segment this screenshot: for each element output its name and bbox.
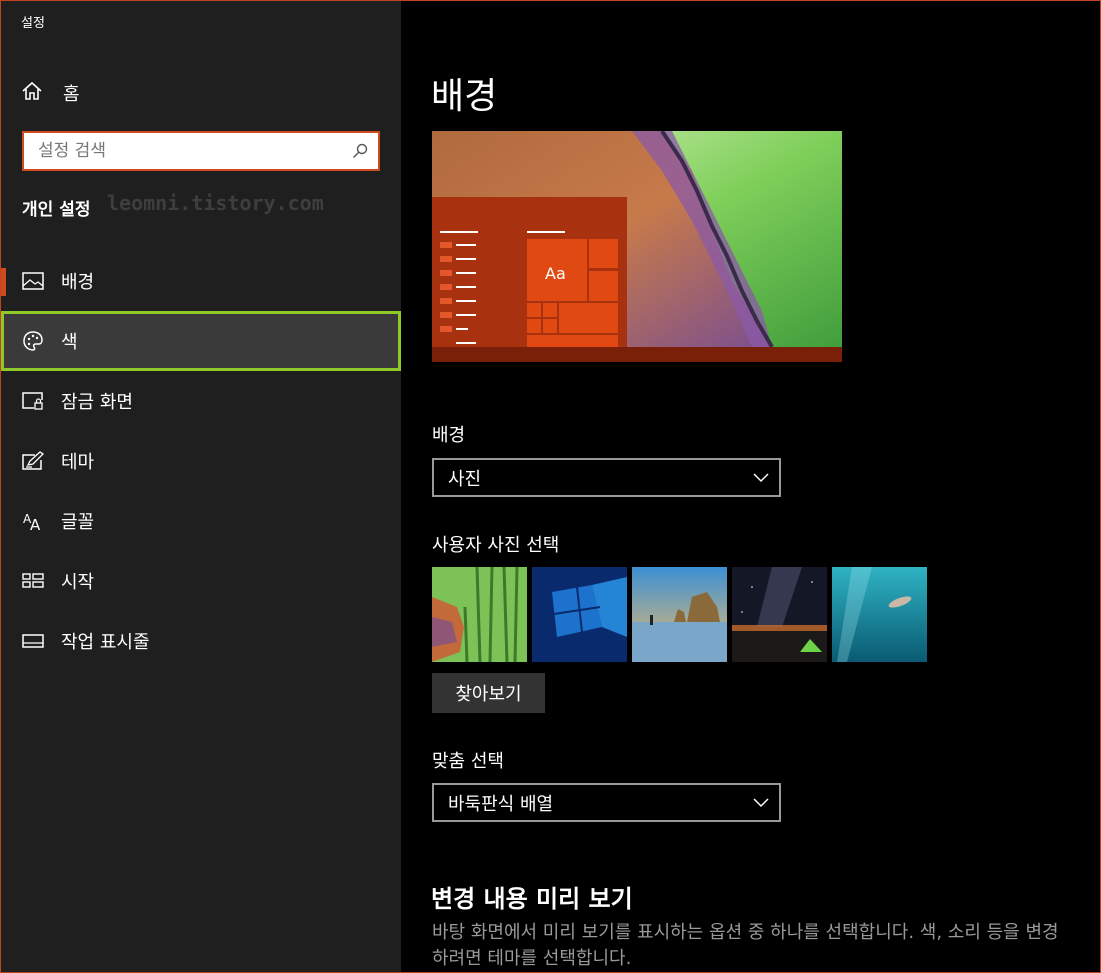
nav-label-theme: 테마 (61, 452, 95, 473)
browse-button[interactable]: 찾아보기 (432, 673, 545, 713)
preview-heading: 변경 내용 미리 보기 (431, 885, 633, 913)
nav-label-color: 색 (61, 332, 78, 353)
search-icon (352, 143, 368, 163)
picture-icon (21, 269, 45, 293)
nav-label-start: 시작 (61, 572, 95, 593)
thumbnail-milky-way-tent[interactable] (732, 567, 827, 662)
watermark-text: leomni.tistory.com (107, 191, 324, 215)
nav-item-fonts[interactable]: AA 글꼴 (1, 491, 401, 551)
desktop-preview: Aa (432, 131, 842, 362)
search-input[interactable] (24, 133, 338, 169)
fit-label: 맞춤 선택 (432, 751, 504, 772)
nav-label-fonts: 글꼴 (61, 512, 95, 533)
background-label: 배경 (432, 425, 466, 446)
palette-icon (21, 329, 45, 353)
thumbnail-underwater-swimmer[interactable] (832, 567, 927, 662)
home-label: 홈 (63, 84, 80, 105)
nav-item-start[interactable]: 시작 (1, 551, 401, 611)
background-dropdown[interactable]: 사진 (432, 458, 781, 497)
thumbnail-beach-rock-arch[interactable] (632, 567, 727, 662)
font-icon: AA (21, 509, 45, 533)
app-title: 설정 (21, 16, 45, 31)
home-icon (21, 80, 43, 106)
page-title: 배경 (431, 76, 498, 117)
nav-label-background: 배경 (61, 272, 95, 293)
section-heading: 개인 설정 (22, 200, 91, 220)
settings-window: 설정 홈 개인 설정 leomni.tistory.com 배경 색 (0, 0, 1101, 973)
thumbnail-bamboo-forest[interactable] (432, 567, 527, 662)
nav-item-taskbar[interactable]: 작업 표시줄 (1, 611, 401, 671)
main-content: 배경 Aa 배경 사진 사용자 사진 선택 찾아보기 맞춤 선택 바둑판식 배열… (401, 1, 1100, 972)
home-nav-item[interactable]: 홈 (21, 79, 321, 107)
choose-picture-label: 사용자 사진 선택 (432, 535, 560, 556)
lock-screen-icon (21, 389, 45, 413)
svg-text:A: A (30, 516, 41, 531)
thumbnail-windows-10[interactable] (532, 567, 627, 662)
nav-label-taskbar: 작업 표시줄 (61, 632, 150, 653)
picture-thumbnails (432, 567, 927, 662)
taskbar-icon (21, 629, 45, 653)
fit-dropdown-value: 바둑판식 배열 (448, 793, 554, 815)
preview-tile-text: Aa (545, 264, 566, 283)
theme-icon (21, 449, 45, 473)
fit-dropdown[interactable]: 바둑판식 배열 (432, 783, 781, 822)
chevron-down-icon (753, 797, 769, 808)
preview-description: 바탕 화면에서 미리 보기를 표시하는 옵션 중 하나를 선택합니다. 색, 소… (432, 922, 1059, 969)
background-dropdown-value: 사진 (448, 468, 482, 490)
nav-item-lock-screen[interactable]: 잠금 화면 (1, 371, 401, 431)
sidebar: 설정 홈 개인 설정 leomni.tistory.com 배경 색 (1, 1, 401, 972)
nav-item-color[interactable]: 색 (1, 311, 401, 371)
search-box[interactable] (22, 131, 380, 171)
nav-label-lock-screen: 잠금 화면 (61, 392, 133, 413)
start-icon (21, 569, 45, 593)
nav-item-background[interactable]: 배경 (1, 251, 401, 311)
chevron-down-icon (753, 472, 769, 483)
nav-item-theme[interactable]: 테마 (1, 431, 401, 491)
